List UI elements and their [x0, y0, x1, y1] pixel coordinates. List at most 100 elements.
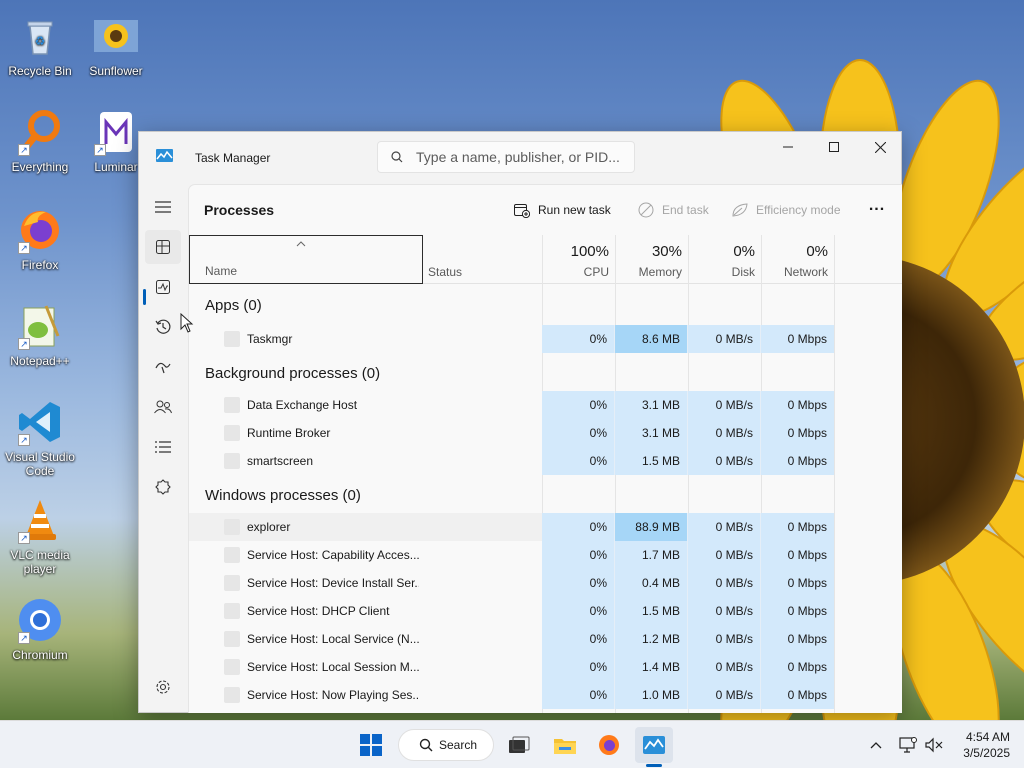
table-row[interactable]: Service Host: Capability Acces... 0% 1.7…: [189, 541, 889, 569]
minimize-button[interactable]: [765, 132, 811, 162]
table-row[interactable]: smartscreen 0% 1.5 MB 0 MB/s 0 Mbps: [189, 447, 889, 475]
vlc-icon: ↗: [16, 496, 64, 544]
chevron-up-icon: [870, 742, 882, 749]
end-task-button[interactable]: End task: [638, 198, 709, 222]
desktop-icon-everything[interactable]: ↗ Everything: [0, 108, 80, 174]
table-row[interactable]: Runtime Broker 0% 3.1 MB 0 MB/s 0 Mbps: [189, 419, 889, 447]
nav-app-history[interactable]: [145, 310, 181, 344]
desktop-icon-sunflower[interactable]: Sunflower: [76, 12, 156, 78]
table-row[interactable]: Service Host: Now Playing Ses... 0% 1.0 …: [189, 681, 889, 709]
cpu-cell: 0%: [542, 681, 615, 709]
volume-muted-icon: [925, 737, 943, 753]
process-name-cell: Runtime Broker: [189, 419, 423, 447]
taskbar-task-manager[interactable]: [635, 727, 673, 763]
memory-cell: 8.6 MB: [615, 325, 688, 353]
disk-cell: 0 MB/s: [688, 625, 761, 653]
minimize-icon: [783, 146, 793, 148]
clock-time: 4:54 AM: [965, 730, 1010, 744]
network-cell: 0 Mbps: [761, 513, 834, 541]
efficiency-mode-button[interactable]: Efficiency mode: [732, 198, 841, 222]
column-label-disk: Disk: [731, 265, 755, 279]
process-name-cell: Taskmgr: [189, 325, 423, 353]
desktop-icon-recycle-bin[interactable]: ♻ Recycle Bin: [0, 12, 80, 78]
notepadpp-icon: ↗: [16, 302, 64, 350]
taskbar-search-button[interactable]: Search: [398, 729, 494, 761]
vscode-icon: ↗: [16, 398, 64, 446]
efficiency-leaf-icon: [732, 203, 748, 217]
desktop-icon-firefox[interactable]: ↗ Firefox: [0, 206, 80, 272]
table-row[interactable]: Service Host: Local Service (N... 0% 1.2…: [189, 625, 889, 653]
nav-details[interactable]: [145, 430, 181, 464]
disk-cell: 0 MB/s: [688, 419, 761, 447]
disk-total-percent: 0%: [733, 243, 755, 260]
column-header-disk[interactable]: 0% Disk: [688, 235, 761, 284]
start-button[interactable]: [352, 727, 390, 763]
close-button[interactable]: [857, 132, 903, 162]
status-cell: [423, 419, 542, 447]
disk-cell: 0 MB/s: [688, 541, 761, 569]
memory-cell: 1.2 MB: [615, 625, 688, 653]
column-header-cpu[interactable]: 100% CPU: [542, 235, 615, 284]
process-icon: [224, 603, 240, 619]
column-header-name[interactable]: Name: [189, 235, 423, 284]
table-row[interactable]: Service Host: DHCP Client 0% 1.5 MB 0 MB…: [189, 597, 889, 625]
desktop-icon-label: Recycle Bin: [8, 64, 72, 78]
run-new-task-button[interactable]: Run new task: [514, 198, 611, 222]
group-header-windows[interactable]: Windows processes (0): [189, 475, 889, 513]
network-total-percent: 0%: [806, 243, 828, 260]
windows-start-icon: [360, 734, 382, 756]
close-icon: [874, 141, 886, 153]
process-icon: [224, 519, 240, 535]
process-name: Service Host: Local Service (N...: [247, 632, 419, 646]
title-bar[interactable]: Task Manager: [139, 132, 901, 182]
nav-performance[interactable]: [145, 270, 181, 304]
status-cell: [423, 447, 542, 475]
search-box[interactable]: [377, 141, 635, 173]
network-cell: 0 Mbps: [761, 597, 834, 625]
desktop-icon-chromium[interactable]: ↗ Chromium: [0, 596, 80, 662]
desktop-icon-vlc[interactable]: ↗ VLC media player: [0, 496, 80, 576]
processes-icon: [156, 240, 170, 254]
table-row[interactable]: explorer 0% 88.9 MB 0 MB/s 0 Mbps: [189, 513, 889, 541]
nav-settings[interactable]: [145, 670, 181, 704]
disk-cell: 0 MB/s: [688, 391, 761, 419]
table-row[interactable]: Data Exchange Host 0% 3.1 MB 0 MB/s 0 Mb…: [189, 391, 889, 419]
group-header-background[interactable]: Background processes (0): [189, 353, 889, 391]
task-view-button[interactable]: [500, 727, 538, 763]
group-header-apps[interactable]: Apps (0): [189, 285, 889, 325]
network-cell: 0 Mbps: [761, 681, 834, 709]
process-name: Service Host: Now Playing Ses...: [247, 688, 419, 702]
desktop-icon-vscode[interactable]: ↗ Visual Studio Code: [0, 398, 80, 478]
table-row[interactable]: Service Host: Device Install Ser... 0% 0…: [189, 569, 889, 597]
taskbar-file-explorer[interactable]: [546, 727, 584, 763]
nav-processes[interactable]: [145, 230, 181, 264]
maximize-button[interactable]: [811, 132, 857, 162]
nav-services[interactable]: [145, 470, 181, 504]
process-name: Runtime Broker: [247, 426, 331, 440]
search-input[interactable]: [414, 146, 626, 168]
clock[interactable]: 4:54 AM 3/5/2025: [950, 729, 1010, 761]
process-name-cell: Service Host: Now Playing Ses...: [189, 681, 423, 709]
memory-cell: 1.7 MB: [615, 541, 688, 569]
nav-users[interactable]: [145, 390, 181, 424]
cpu-cell: 0%: [542, 447, 615, 475]
network-tray-button[interactable]: [896, 727, 920, 763]
desktop-icon-label: Firefox: [21, 258, 59, 272]
desktop-icon-label: Notepad++: [10, 354, 70, 368]
recycle-bin-icon: ♻: [16, 12, 64, 60]
show-hidden-icons-button[interactable]: [864, 727, 888, 763]
table-row[interactable]: Taskmgr 0% 8.6 MB 0 MB/s 0 Mbps: [189, 325, 889, 353]
menu-button[interactable]: [145, 190, 181, 224]
table-row[interactable]: Service Host: Local Session M... 0% 1.4 …: [189, 653, 889, 681]
nav-startup-apps[interactable]: [145, 350, 181, 384]
more-options-button[interactable]: ...: [866, 197, 888, 221]
network-cell: 0 Mbps: [761, 625, 834, 653]
column-header-status[interactable]: Status: [423, 235, 542, 284]
process-name-cell: Service Host: Device Install Ser...: [189, 569, 423, 597]
taskbar-firefox[interactable]: [590, 727, 628, 763]
volume-tray-button[interactable]: [922, 727, 946, 763]
memory-cell: 1.0 MB: [615, 681, 688, 709]
column-header-memory[interactable]: 30% Memory: [615, 235, 688, 284]
column-header-network[interactable]: 0% Network: [761, 235, 834, 284]
desktop-icon-notepadpp[interactable]: ↗ Notepad++: [0, 302, 80, 368]
